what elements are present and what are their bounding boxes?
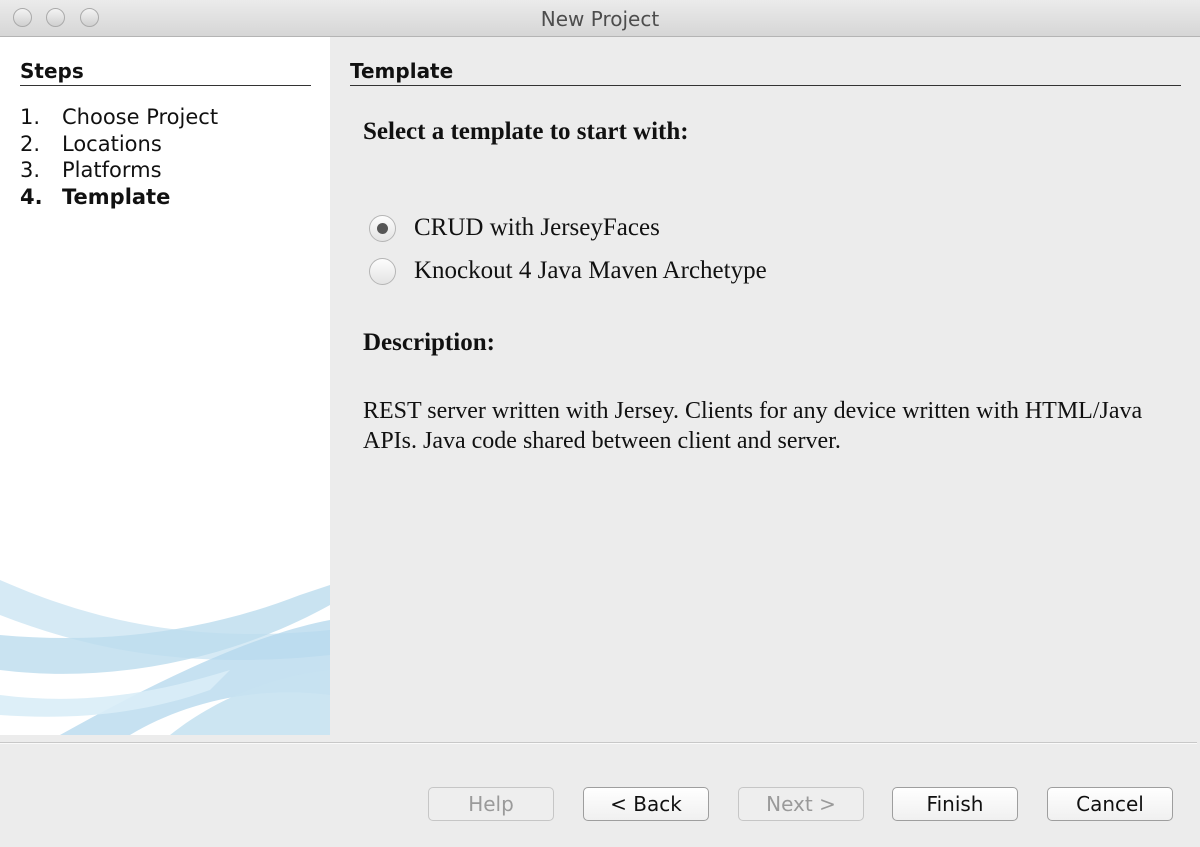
- decorative-swoosh-graphic: [0, 580, 330, 735]
- template-heading: Template: [350, 59, 1181, 86]
- template-option-label[interactable]: Knockout 4 Java Maven Archetype: [414, 257, 767, 285]
- step-number: 2.: [20, 131, 41, 156]
- step-item: 1. Choose Project: [20, 104, 218, 131]
- finish-button[interactable]: Finish: [892, 787, 1018, 821]
- description-text: REST server written with Jersey. Clients…: [363, 398, 1143, 454]
- template-option-label[interactable]: CRUD with JerseyFaces: [414, 214, 660, 242]
- help-button[interactable]: Help: [428, 787, 554, 821]
- cancel-button[interactable]: Cancel: [1047, 787, 1173, 821]
- step-label: Choose Project: [62, 105, 219, 129]
- description-label: Description:: [363, 329, 495, 356]
- step-item: 2. Locations: [20, 131, 218, 158]
- template-option-knockout[interactable]: Knockout 4 Java Maven Archetype: [369, 256, 767, 286]
- next-button[interactable]: Next >: [738, 787, 864, 821]
- step-number: 1.: [20, 105, 41, 129]
- step-label: Template: [62, 184, 171, 209]
- title-bar: New Project: [0, 0, 1200, 37]
- footer-divider-highlight: [0, 743, 1197, 744]
- step-label: Locations: [62, 131, 162, 156]
- steps-sidebar: Steps 1. Choose Project 2. Locations 3. Pla…: [0, 37, 330, 735]
- window-title: New Project: [540, 7, 660, 31]
- steps-heading: Steps: [20, 59, 311, 86]
- back-button[interactable]: < Back: [583, 787, 709, 821]
- step-number: 3.: [20, 158, 41, 182]
- radio-unselected-icon[interactable]: [369, 257, 396, 285]
- step-item-active: 4. Template: [20, 184, 218, 211]
- radio-selected-icon[interactable]: [369, 214, 396, 242]
- steps-list: 1. Choose Project 2. Locations 3. Platforms…: [20, 104, 218, 210]
- step-number: 4.: [20, 184, 43, 209]
- step-item: 3. Platforms: [20, 157, 218, 184]
- step-label: Platforms: [62, 158, 162, 182]
- select-template-label: Select a template to start with:: [363, 118, 689, 145]
- template-option-crud[interactable]: CRUD with JerseyFaces: [369, 213, 660, 243]
